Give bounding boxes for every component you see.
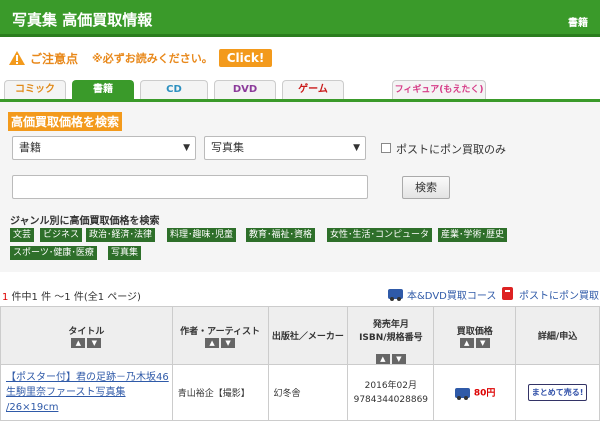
- search-heading: 高価買取価格を検索: [8, 112, 123, 131]
- tab-books[interactable]: 書籍: [72, 80, 134, 100]
- chevron-down-icon: ▼: [183, 143, 190, 153]
- sort-down-icon[interactable]: ▼: [391, 354, 406, 364]
- result-count: 1 件中1 件 ～1 件(全1 ページ): [2, 288, 141, 303]
- page-title: 写真集 高価買取情報: [12, 11, 153, 29]
- book-dvd-course-label: 本&DVD買取コース: [407, 290, 497, 302]
- post-only-label: ポストにポン買取のみ: [396, 143, 506, 156]
- page-header: 写真集 高価買取情報 書籍: [0, 0, 600, 37]
- category-select-value: 書籍: [19, 141, 41, 154]
- item-action-cell: まとめて売る!: [515, 364, 600, 421]
- genre-link[interactable]: ビジネス: [40, 228, 83, 242]
- genre-link[interactable]: スポーツ･健康･医療: [10, 246, 97, 260]
- item-title-link[interactable]: 【ポスター付】君の足跡－乃木坂46生駒里奈ファースト写真集 /26×19cm: [1, 370, 172, 415]
- book-dvd-course-link[interactable]: 本&DVD買取コース: [387, 285, 496, 303]
- sort-up-icon[interactable]: ▲: [205, 337, 220, 348]
- category-select[interactable]: 書籍 ▼: [12, 136, 196, 160]
- genre-link[interactable]: 女性･生活･コンピュータ: [327, 228, 433, 242]
- column-header-title: タイトル ▲ ▼: [0, 306, 173, 365]
- post-only-checkbox[interactable]: [381, 143, 391, 153]
- item-release-date: 2016年02月: [364, 380, 417, 391]
- sort-up-icon[interactable]: ▲: [375, 354, 390, 364]
- item-title-cell: 【ポスター付】君の足跡－乃木坂46生駒里奈ファースト写真集 /26×19cm: [0, 364, 173, 421]
- must-read-text: ※必ずお読みください。: [92, 52, 213, 65]
- column-header-publisher: 出版社／メーカー: [267, 306, 349, 365]
- result-count-text: 件中1 件 ～1 件(全1 ページ): [8, 292, 141, 303]
- genre-link[interactable]: 文芸: [10, 228, 35, 242]
- item-price-cell: 80円: [433, 364, 517, 421]
- caution-label: ご注意点: [30, 51, 79, 66]
- warning-icon: [8, 50, 26, 66]
- tab-dvd[interactable]: DVD: [214, 80, 276, 100]
- results-table: タイトル ▲ ▼ 作者・アーティスト ▲ ▼ 出版社／メーカー 発売年月 ISBN/…: [0, 306, 600, 421]
- genre-link[interactable]: 写真集: [108, 246, 142, 260]
- postbox-icon: [499, 286, 516, 302]
- item-author: 青山裕企【撮影】: [171, 364, 269, 421]
- search-input[interactable]: [12, 175, 368, 199]
- genre-link[interactable]: 産業･学術･歴史: [438, 228, 508, 242]
- notice-bar: ご注意点 ※必ずお読みください。 Click!: [8, 48, 273, 68]
- tab-figure[interactable]: フィギュア(もえたく): [392, 80, 486, 100]
- click-button[interactable]: Click!: [218, 49, 273, 67]
- table-header-row: タイトル ▲ ▼ 作者・アーティスト ▲ ▼ 出版社／メーカー 発売年月 ISBN/…: [0, 306, 600, 365]
- sort-down-icon[interactable]: ▼: [475, 337, 490, 348]
- item-release-cell: 2016年02月 9784344028869: [347, 364, 435, 421]
- sort-down-icon[interactable]: ▼: [221, 337, 236, 348]
- sort-down-icon[interactable]: ▼: [87, 337, 102, 348]
- genre-link[interactable]: 料理･趣味･児童: [167, 228, 237, 242]
- item-publisher: 幻冬舎: [267, 364, 349, 421]
- column-header-detail: 詳細/申込: [515, 306, 600, 365]
- tab-cd[interactable]: CD: [140, 80, 208, 100]
- column-header-release: 発売年月 ISBN/規格番号 ▲ ▼: [347, 306, 435, 365]
- search-button[interactable]: 検索: [402, 176, 450, 199]
- category-label: 書籍: [568, 18, 588, 29]
- item-price: 80円: [473, 388, 496, 398]
- tab-game[interactable]: ゲーム: [282, 80, 344, 100]
- sort-up-icon[interactable]: ▲: [459, 337, 474, 348]
- category-tabs: コミック 書籍 CD DVD ゲーム フィギュア(もえたく): [0, 80, 600, 100]
- subcategory-select-value: 写真集: [211, 141, 244, 154]
- column-header-author: 作者・アーティスト ▲ ▼: [171, 306, 269, 365]
- chevron-down-icon: ▼: [353, 143, 360, 153]
- tab-comic[interactable]: コミック: [4, 80, 66, 100]
- sort-up-icon[interactable]: ▲: [71, 337, 86, 348]
- post-course-label: ポストにポン買取: [519, 290, 599, 302]
- post-course-link[interactable]: ポストにポン買取: [499, 285, 599, 303]
- subcategory-select[interactable]: 写真集 ▼: [204, 136, 366, 160]
- genre-link[interactable]: 政治･経済･法律: [86, 228, 156, 242]
- genre-heading: ジャンル別に高価買取価格を検索: [10, 216, 160, 227]
- truck-icon: [387, 286, 404, 302]
- truck-icon: [454, 387, 471, 400]
- column-header-price: 買取価格 ▲ ▼: [433, 306, 517, 365]
- bulk-sell-button[interactable]: まとめて売る!: [527, 384, 588, 401]
- genre-link[interactable]: 教育･福祉･資格: [246, 228, 316, 242]
- table-row: 【ポスター付】君の足跡－乃木坂46生駒里奈ファースト写真集 /26×19cm 青…: [0, 364, 600, 421]
